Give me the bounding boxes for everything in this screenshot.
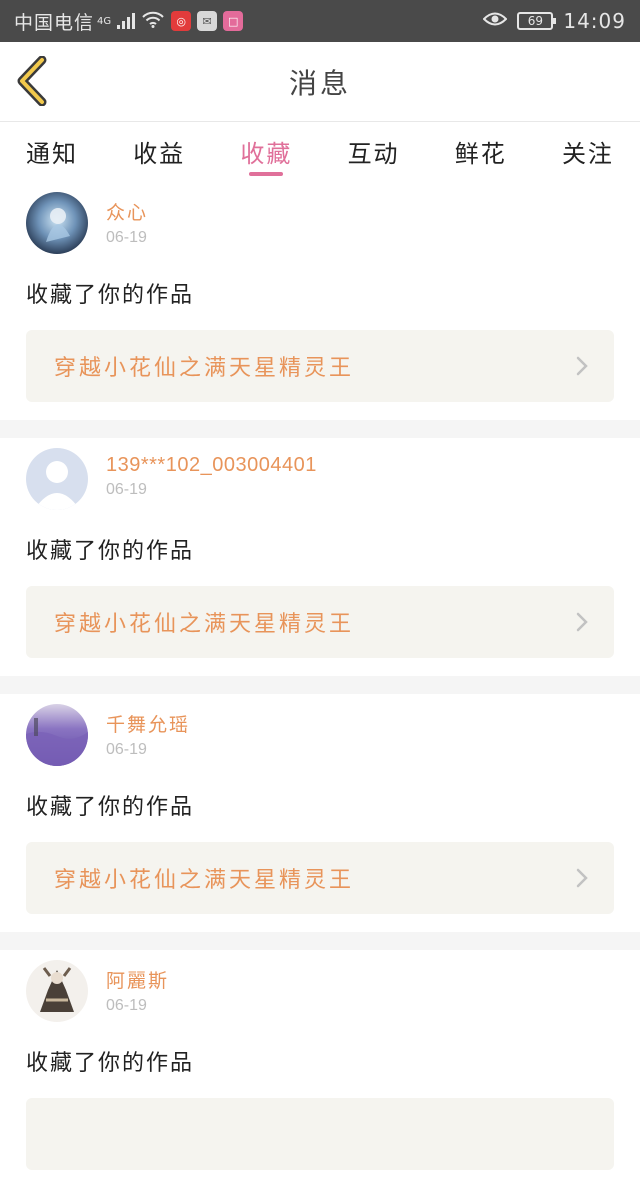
username[interactable]: 千舞允瑶: [106, 710, 190, 737]
avatar[interactable]: [26, 192, 88, 254]
action-text: 收藏了你的作品: [26, 283, 195, 308]
wifi-icon: [141, 10, 165, 33]
tab-earnings[interactable]: 收益: [133, 122, 185, 182]
chevron-right-icon: [576, 356, 588, 376]
clock: 14:09: [563, 9, 626, 33]
user-row: 阿麗斯 06-19: [26, 960, 614, 1032]
user-row: 众心 06-19: [26, 192, 614, 264]
action-text: 收藏了你的作品: [26, 539, 195, 564]
user-meta: 139***102_003004401 06-19: [106, 448, 317, 499]
work-link[interactable]: 穿越小花仙之满天星精灵王: [26, 842, 614, 914]
tab-notifications[interactable]: 通知: [26, 122, 78, 182]
avatar[interactable]: [26, 448, 88, 510]
divider: [0, 932, 640, 950]
list-item: 阿麗斯 06-19 收藏了你的作品: [0, 950, 640, 1188]
user-meta: 千舞允瑶 06-19: [106, 704, 190, 759]
battery-level: 69: [527, 14, 543, 28]
tab-follows[interactable]: 关注: [562, 122, 614, 182]
work-title: 穿越小花仙之满天星精灵王: [54, 356, 355, 381]
eye-comfort-icon: [482, 10, 508, 32]
tab-interactions[interactable]: 互动: [348, 122, 400, 182]
work-link[interactable]: [26, 1098, 614, 1170]
timestamp: 06-19: [106, 229, 147, 246]
page-title: 消息: [288, 67, 351, 100]
username[interactable]: 阿麗斯: [106, 966, 169, 993]
network-type: 4G: [97, 15, 112, 27]
status-bar: 中国电信 4G ◎ ✉ □ 69 14:09: [0, 0, 640, 42]
signal-icon: [117, 13, 136, 29]
chevron-right-icon: [576, 612, 588, 632]
avatar[interactable]: [26, 960, 88, 1022]
timestamp: 06-19: [106, 741, 147, 758]
work-link[interactable]: 穿越小花仙之满天星精灵王: [26, 586, 614, 658]
user-row: 千舞允瑶 06-19: [26, 704, 614, 776]
divider: [0, 420, 640, 438]
mail-app-icon: ✉: [197, 11, 218, 31]
netease-app-icon: ◎: [171, 11, 192, 31]
tab-flowers[interactable]: 鲜花: [455, 122, 507, 182]
user-meta: 阿麗斯 06-19: [106, 960, 169, 1015]
action-text: 收藏了你的作品: [26, 1051, 195, 1076]
carrier-label: 中国电信: [14, 11, 95, 34]
list-item: 众心 06-19 收藏了你的作品 穿越小花仙之满天星精灵王: [0, 182, 640, 420]
work-title: 穿越小花仙之满天星精灵王: [54, 868, 355, 893]
chevron-right-icon: [576, 868, 588, 888]
notification-list: 众心 06-19 收藏了你的作品 穿越小花仙之满天星精灵王 139***102_…: [0, 182, 640, 1188]
timestamp: 06-19: [106, 481, 147, 498]
avatar[interactable]: [26, 704, 88, 766]
header: 消息: [0, 42, 640, 122]
action-text: 收藏了你的作品: [26, 795, 195, 820]
tab-favorites[interactable]: 收藏: [240, 122, 292, 182]
username[interactable]: 众心: [106, 198, 148, 225]
game-app-icon: □: [223, 11, 244, 31]
user-row: 139***102_003004401 06-19: [26, 448, 614, 520]
divider: [0, 676, 640, 694]
work-title: 穿越小花仙之满天星精灵王: [54, 612, 355, 637]
user-meta: 众心 06-19: [106, 192, 148, 247]
status-right: 69 14:09: [482, 9, 626, 33]
list-item: 千舞允瑶 06-19 收藏了你的作品 穿越小花仙之满天星精灵王: [0, 694, 640, 932]
work-link[interactable]: 穿越小花仙之满天星精灵王: [26, 330, 614, 402]
list-item: 139***102_003004401 06-19 收藏了你的作品 穿越小花仙之…: [0, 438, 640, 676]
battery-icon: 69: [517, 12, 557, 30]
tab-bar: 通知 收益 收藏 互动 鲜花 关注: [0, 122, 640, 182]
username[interactable]: 139***102_003004401: [106, 454, 317, 477]
timestamp: 06-19: [106, 997, 147, 1014]
status-left: 中国电信 4G ◎ ✉ □: [14, 8, 483, 35]
